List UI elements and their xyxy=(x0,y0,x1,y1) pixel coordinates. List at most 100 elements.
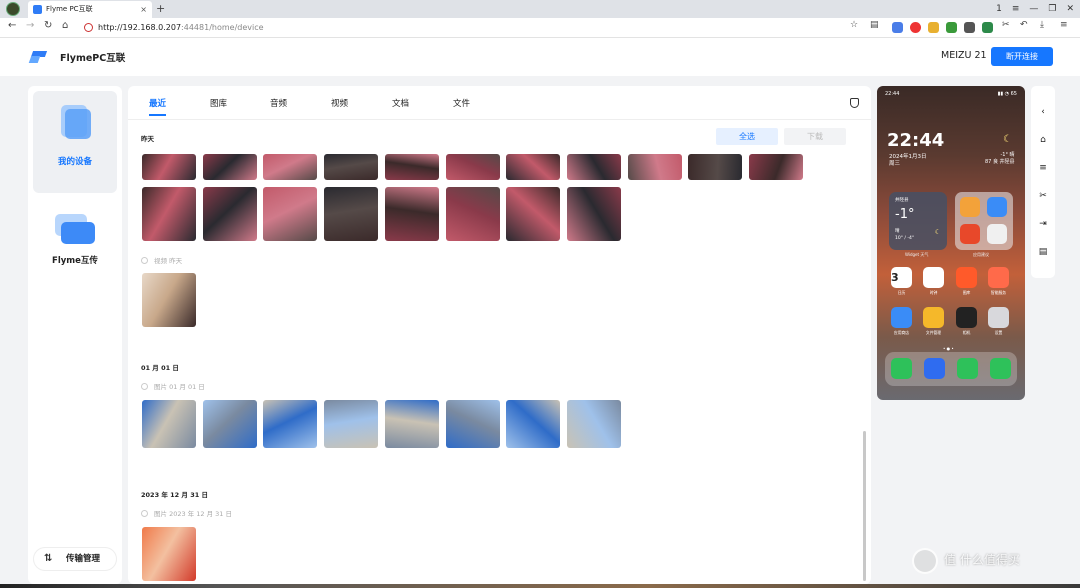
photo-thumbnail[interactable] xyxy=(506,154,561,180)
insecure-icon[interactable] xyxy=(84,23,93,32)
menu-icon[interactable]: ≡ xyxy=(1037,162,1049,174)
video-thumbnail[interactable] xyxy=(142,273,196,327)
window-menu-icon[interactable]: ≡ xyxy=(1012,4,1020,14)
browser-tab[interactable]: Flyme PC互联 × xyxy=(28,1,152,18)
phone-screen-mirror[interactable]: 22:44 ▮▮ ◔ 65 22:44 2024年1月3日 周三 ☾ -1° 晴… xyxy=(877,86,1025,400)
photo-thumbnail[interactable] xyxy=(202,400,257,448)
grid-extension-icon[interactable] xyxy=(964,22,975,33)
tab-audio[interactable]: 音频 xyxy=(270,97,287,109)
weather-widget[interactable]: 井陉县 -1° 晴 10° / -4° ☾ xyxy=(889,192,947,250)
photo-thumbnail[interactable] xyxy=(384,400,439,448)
section-subheader-video[interactable]: 视频 昨天 xyxy=(141,255,182,265)
game2-app-icon[interactable] xyxy=(987,224,1007,244)
window-badge[interactable]: 1 xyxy=(996,4,1002,14)
phone-app-icon[interactable] xyxy=(988,307,1009,328)
photo-thumbnail[interactable] xyxy=(749,154,803,180)
tab-recent[interactable]: 最近 xyxy=(149,97,167,116)
shield-icon[interactable] xyxy=(850,98,859,108)
photo-thumbnail[interactable] xyxy=(202,154,257,180)
menu-icon[interactable]: ≡ xyxy=(1060,20,1068,30)
photo-thumbnail[interactable] xyxy=(445,187,500,241)
home-icon[interactable]: ⌂ xyxy=(62,20,68,31)
url-input[interactable]: http://192.168.0.207:44481/home/device xyxy=(80,20,870,36)
photo-thumbnail[interactable] xyxy=(627,154,682,180)
photo-thumbnail[interactable] xyxy=(142,154,196,180)
adblock-extension-icon[interactable] xyxy=(910,22,921,33)
weibo-app-icon[interactable] xyxy=(960,197,980,217)
back-arrow-icon[interactable]: ← xyxy=(8,20,16,31)
dock-app-icon[interactable] xyxy=(990,358,1011,379)
new-tab-button[interactable]: + xyxy=(156,0,165,18)
sidebar-item-flyme-transfer[interactable]: Flyme互传 xyxy=(33,196,117,298)
photo-thumbnail[interactable] xyxy=(566,154,621,180)
photo-thumbnail[interactable] xyxy=(324,154,379,180)
photo-thumbnail[interactable] xyxy=(263,400,318,448)
photo-thumbnail[interactable] xyxy=(445,154,500,180)
home-icon[interactable]: ⌂ xyxy=(1037,134,1049,146)
photo-thumbnail[interactable] xyxy=(202,187,257,241)
tab-close-icon[interactable]: × xyxy=(140,1,147,18)
scrollbar[interactable] xyxy=(863,431,866,581)
app-suggestion-widget[interactable] xyxy=(955,192,1013,250)
scissors-icon[interactable]: ✂ xyxy=(1037,190,1049,202)
select-circle-icon[interactable] xyxy=(141,383,148,390)
photo-thumbnail[interactable] xyxy=(324,400,379,448)
tab-files[interactable]: 文件 xyxy=(453,97,470,109)
undo-icon[interactable]: ↶ xyxy=(1020,20,1028,30)
dock-app-icon[interactable] xyxy=(957,358,978,379)
photo-thumbnail[interactable] xyxy=(263,154,318,180)
dock-app-icon[interactable] xyxy=(891,358,912,379)
browser-logo-icon[interactable] xyxy=(6,2,20,16)
select-circle-icon[interactable] xyxy=(141,257,148,264)
phone-app-icon[interactable] xyxy=(956,267,977,288)
photo-thumbnail[interactable] xyxy=(506,187,561,241)
photo-thumbnail[interactable] xyxy=(384,154,439,180)
transfer-manage-button[interactable]: ⇅ 传输管理 xyxy=(34,548,116,570)
screenshot-thumbnail[interactable] xyxy=(142,527,196,581)
select-all-button[interactable]: 全选 xyxy=(716,128,778,145)
translate-extension-icon[interactable] xyxy=(892,22,903,33)
photo-thumbnail[interactable] xyxy=(566,187,621,241)
back-icon[interactable]: ‹ xyxy=(1037,106,1049,118)
download-icon[interactable]: ⤓ xyxy=(1040,20,1044,30)
close-window-button[interactable]: ✕ xyxy=(1066,4,1074,14)
photo-thumbnail[interactable] xyxy=(566,400,621,448)
minimize-button[interactable]: — xyxy=(1029,4,1038,14)
tab-documents[interactable]: 文档 xyxy=(392,97,409,109)
disconnect-button[interactable]: 断开连接 xyxy=(991,47,1053,66)
phone-app-icon[interactable] xyxy=(923,307,944,328)
phone-app-icon[interactable] xyxy=(891,307,912,328)
weather-app-icon[interactable] xyxy=(987,197,1007,217)
download-button[interactable]: 下载 xyxy=(784,128,846,145)
section-subheader-jan01[interactable]: 图片 01 月 01 日 xyxy=(141,381,205,391)
tab-gallery[interactable]: 图库 xyxy=(210,97,227,109)
puzzle-extension-icon[interactable] xyxy=(982,22,993,33)
photo-thumbnail[interactable] xyxy=(263,187,318,241)
phone-app-icon[interactable] xyxy=(956,307,977,328)
photo-thumbnail[interactable] xyxy=(384,187,439,241)
maximize-button[interactable]: ❐ xyxy=(1048,4,1056,14)
phone-app-icon[interactable] xyxy=(988,267,1009,288)
photo-thumbnail[interactable] xyxy=(324,187,379,241)
photo-thumbnail[interactable] xyxy=(142,400,196,448)
photo-thumbnail[interactable] xyxy=(688,154,743,180)
dock-app-icon[interactable] xyxy=(924,358,945,379)
select-circle-icon[interactable] xyxy=(141,510,148,517)
photo-thumbnail[interactable] xyxy=(506,400,561,448)
bookmarks-icon[interactable]: ▤ xyxy=(870,20,879,30)
phone-app-icon[interactable] xyxy=(923,267,944,288)
photo-thumbnail[interactable] xyxy=(445,400,500,448)
green-extension-icon[interactable] xyxy=(946,22,957,33)
reload-icon[interactable]: ↻ xyxy=(44,20,52,31)
scissors-icon[interactable]: ✂ xyxy=(1002,20,1010,30)
game-app-icon[interactable] xyxy=(960,224,980,244)
crown-extension-icon[interactable] xyxy=(928,22,939,33)
section-subheader-dec31[interactable]: 图片 2023 年 12 月 31 日 xyxy=(141,508,232,518)
clipboard-icon[interactable]: ▤ xyxy=(1037,246,1049,258)
sidebar-item-my-devices[interactable]: 我的设备 xyxy=(33,91,117,193)
photo-thumbnail[interactable] xyxy=(142,187,196,241)
tab-video[interactable]: 视频 xyxy=(331,97,348,109)
bookmark-star-icon[interactable]: ☆ xyxy=(850,20,858,30)
exit-icon[interactable]: ⇥ xyxy=(1037,218,1049,230)
forward-arrow-icon[interactable]: → xyxy=(26,20,34,31)
